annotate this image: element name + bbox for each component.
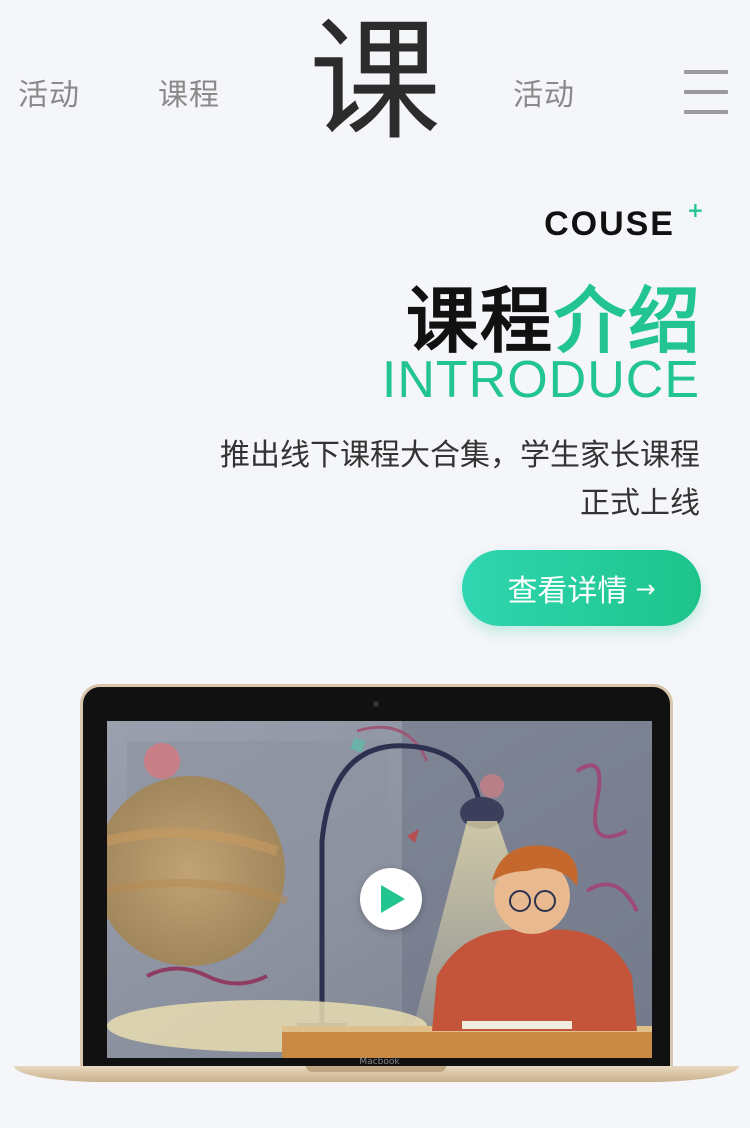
section-subtitle: INTRODUCE (381, 351, 700, 409)
logo[interactable]: 课 (305, 2, 445, 162)
nav-link-courses[interactable]: 课程 (158, 70, 220, 114)
section-description: 推出线下课程大合集，学生家长课程 正式上线 (180, 432, 700, 528)
nav-link-activity-left[interactable]: 活动 (18, 70, 80, 114)
hamburger-menu-icon[interactable] (684, 70, 728, 114)
video-screen[interactable] (107, 721, 652, 1058)
section-eyebrow: COUSE (544, 205, 675, 243)
laptop-mockup: Macbook (0, 680, 750, 1110)
nav-link-activity-right[interactable]: 活动 (513, 70, 575, 114)
menu-bar (684, 110, 728, 114)
camera-icon (373, 701, 379, 707)
play-button[interactable] (360, 868, 422, 930)
laptop-notch (306, 1066, 446, 1072)
description-line-2: 正式上线 (580, 486, 700, 521)
menu-bar (684, 90, 728, 94)
arrow-right-icon: → (635, 575, 656, 603)
description-line-1: 推出线下课程大合集，学生家长课程 (220, 438, 700, 473)
view-details-label: 查看详情 (507, 574, 628, 609)
laptop-lid: Macbook (80, 684, 673, 1074)
view-details-button[interactable]: 查看详情 → (462, 550, 701, 626)
play-icon (381, 885, 405, 913)
menu-bar (684, 70, 728, 74)
plus-icon: + (687, 198, 704, 222)
top-nav: 活动 课程 课 活动 (0, 0, 750, 170)
